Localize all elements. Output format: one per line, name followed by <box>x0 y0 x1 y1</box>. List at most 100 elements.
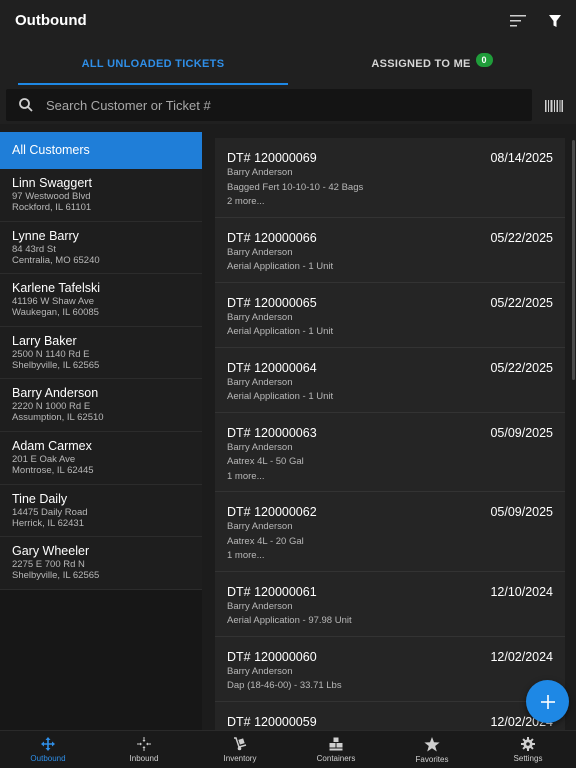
count-badge: 0 <box>475 53 493 67</box>
customer-name: Larry Baker <box>12 333 77 348</box>
ticket-customer: Barry Anderson <box>227 246 293 258</box>
ticket-customer: Barry Anderson <box>227 521 293 532</box>
containers-icon <box>329 737 343 751</box>
ticket-card[interactable]: DT# 120000060 12/02/2024 Barry Anderson Dap… <box>215 636 565 702</box>
nav-label: Containers <box>316 754 356 763</box>
funnel-icon <box>549 15 561 27</box>
sidebar-item-all-customers[interactable]: All Customers <box>0 132 202 169</box>
move-arrows-icon <box>41 737 55 751</box>
nav-outbound[interactable]: Outbound <box>0 731 96 768</box>
search-input[interactable] <box>46 89 526 121</box>
customer-name: Tine Daily <box>12 491 68 506</box>
ticket-product: Bagged Fert 10-10-10 - 42 Bags <box>227 181 364 193</box>
scrollbar[interactable] <box>572 140 575 380</box>
star-icon <box>424 737 440 752</box>
ticket-card[interactable]: DT# 120000069 08/14/2025 Barry Anderson Bag… <box>215 138 565 218</box>
nav-containers[interactable]: Containers <box>288 731 384 768</box>
customer-address-line: 201 E Oak Ave <box>12 453 76 465</box>
ticket-card[interactable]: DT# 12000005912/02/2024Tine DailyDry Spr… <box>215 701 565 730</box>
ticket-card[interactable]: DT# 120000062 05/09/2025 Barry Anderson Aat… <box>215 492 565 572</box>
ticket-date: 05/22/2025 <box>490 295 553 310</box>
sort-button[interactable] <box>508 12 528 30</box>
customer-address-line: 2500 N 1140 Rd E <box>12 348 90 360</box>
customer-address-line: Assumption, IL 62510 <box>12 412 104 424</box>
ticket-customer: Barry Anderson <box>227 311 293 323</box>
customer-address-line: 41196 W Shaw Ave <box>12 296 95 308</box>
customer-address-line: Shelbyville, IL 62565 <box>12 359 100 371</box>
ticket-card[interactable]: DT# 120000064 05/22/2025 Barry Anderson Aer… <box>215 347 565 413</box>
ticket-list: DT# 120000069 08/14/2025 Barry Anderson Bag… <box>215 138 565 730</box>
customer-list-item[interactable]: Gary Wheeler 2275 E 700 Rd N Shelbyville, … <box>0 537 202 590</box>
ticket-more-items: 1 more... <box>227 550 265 561</box>
nav-favorites[interactable]: Favorites <box>384 731 480 768</box>
bottom-nav: Outbound Inbound Inventory Containers Fa… <box>0 730 576 768</box>
ticket-date: 05/09/2025 <box>490 425 553 440</box>
customer-name: Adam Carmex <box>12 438 92 453</box>
customer-list-item[interactable]: Lynne Barry 84 43rd St Centralia, MO 65240 <box>0 221 202 275</box>
tab-all-unloaded-tickets[interactable]: ALL UNLOADED TICKETS <box>18 42 288 86</box>
ticket-product: Aerial Application - 1 Unit <box>227 391 334 402</box>
tab-bar: ALL UNLOADED TICKETS ASSIGNED TO ME 0 <box>0 42 576 86</box>
customer-address-line: Rockford, IL 61101 <box>12 202 92 213</box>
customer-address-line: 2275 E 700 Rd N <box>12 559 85 571</box>
customer-name: Gary Wheeler <box>12 544 90 559</box>
ticket-date: 08/14/2025 <box>490 151 553 165</box>
customer-list-item[interactable]: Larry Baker 2500 N 1140 Rd E Shelbyville, … <box>0 326 202 380</box>
ticket-product: Aatrex 4L - 20 Gal <box>227 535 304 547</box>
search-bar <box>0 86 576 124</box>
customer-name: Lynne Barry <box>12 228 79 243</box>
nav-inventory[interactable]: Inventory <box>192 731 288 768</box>
ticket-card[interactable]: DT# 120000065 05/22/2025 Barry Anderson Aer… <box>215 282 565 348</box>
ticket-customer: Barry Anderson <box>227 665 293 677</box>
ticket-date: 05/22/2025 <box>490 230 553 245</box>
ticket-more-items: 1 more... <box>227 470 265 482</box>
customer-name: Barry Anderson <box>12 386 99 401</box>
search-icon <box>19 98 33 112</box>
ticket-card[interactable]: DT# 120000061 12/10/2024 Barry Anderson Aer… <box>215 571 565 637</box>
inbound-arrows-icon <box>137 737 151 751</box>
customer-list: Linn Swaggert 97 Westwood Blvd Rockford, I… <box>0 169 202 590</box>
tab-assigned-to-me[interactable]: ASSIGNED TO ME 0 <box>288 42 576 86</box>
nav-label: Settings <box>513 754 543 763</box>
customer-list-item[interactable]: Adam Carmex 201 E Oak Ave Montrose, IL 624… <box>0 431 202 485</box>
customer-address-line: 97 Westwood Blvd <box>12 191 91 202</box>
nav-settings[interactable]: Settings <box>480 731 576 768</box>
customer-address-line: Centralia, MO 65240 <box>12 254 100 266</box>
customer-address-line: 84 43rd St <box>12 243 56 255</box>
ticket-product: Aatrex 4L - 50 Gal <box>227 456 304 467</box>
ticket-product: Aerial Application - 1 Unit <box>227 261 334 272</box>
ticket-date: 05/22/2025 <box>490 360 553 375</box>
customer-name: Karlene Tafelski <box>12 281 101 296</box>
customer-address-line: 2220 N 1000 Rd E <box>12 401 91 413</box>
customer-address-line: Montrose, IL 62445 <box>12 464 94 476</box>
ticket-card[interactable]: DT# 120000066 05/22/2025 Barry Anderson Aer… <box>215 217 565 283</box>
ticket-product: Aerial Application - 1 Unit <box>227 326 334 337</box>
ticket-date: 05/09/2025 <box>490 505 553 519</box>
nav-label: Favorites <box>415 755 449 764</box>
customer-list-item[interactable]: Linn Swaggert 97 Westwood Blvd Rockford, I… <box>0 169 202 222</box>
app-header: Outbound <box>0 0 576 42</box>
nav-label: Inventory <box>223 754 257 763</box>
ticket-customer: Barry Anderson <box>227 600 293 612</box>
barcode-scan-button[interactable] <box>545 99 563 112</box>
gear-icon <box>521 737 535 751</box>
customer-list-item[interactable]: Karlene Tafelski 41196 W Shaw Ave Waukegan… <box>0 274 202 327</box>
filter-button[interactable] <box>545 12 565 30</box>
ticket-card[interactable]: DT# 120000063 05/09/2025 Barry Anderson Aat… <box>215 412 565 492</box>
nav-label: Inbound <box>129 754 159 763</box>
sort-lines-icon <box>510 15 526 27</box>
dolly-icon <box>234 737 247 751</box>
customer-list-item[interactable]: Tine Daily 14475 Daily Road Herrick, IL 62… <box>0 484 202 538</box>
plus-icon <box>540 694 555 709</box>
nav-inbound[interactable]: Inbound <box>96 731 192 768</box>
customer-list-item[interactable]: Barry Anderson 2220 N 1000 Rd E Assumption… <box>0 379 202 432</box>
customer-sidebar: All Customers Linn Swaggert 97 Westwood B… <box>0 132 202 730</box>
customer-address-line: Shelbyville, IL 62565 <box>12 570 100 582</box>
page-title: Outbound <box>15 12 87 29</box>
tab-label: ALL UNLOADED TICKETS <box>81 58 225 70</box>
ticket-date: 12/02/2024 <box>490 649 553 664</box>
ticket-customer: Barry Anderson <box>227 376 293 388</box>
add-ticket-button[interactable] <box>526 680 569 723</box>
ticket-product: Dap (18-46-00) - 33.71 Lbs <box>227 680 342 691</box>
ticket-customer: Barry Anderson <box>227 441 293 453</box>
